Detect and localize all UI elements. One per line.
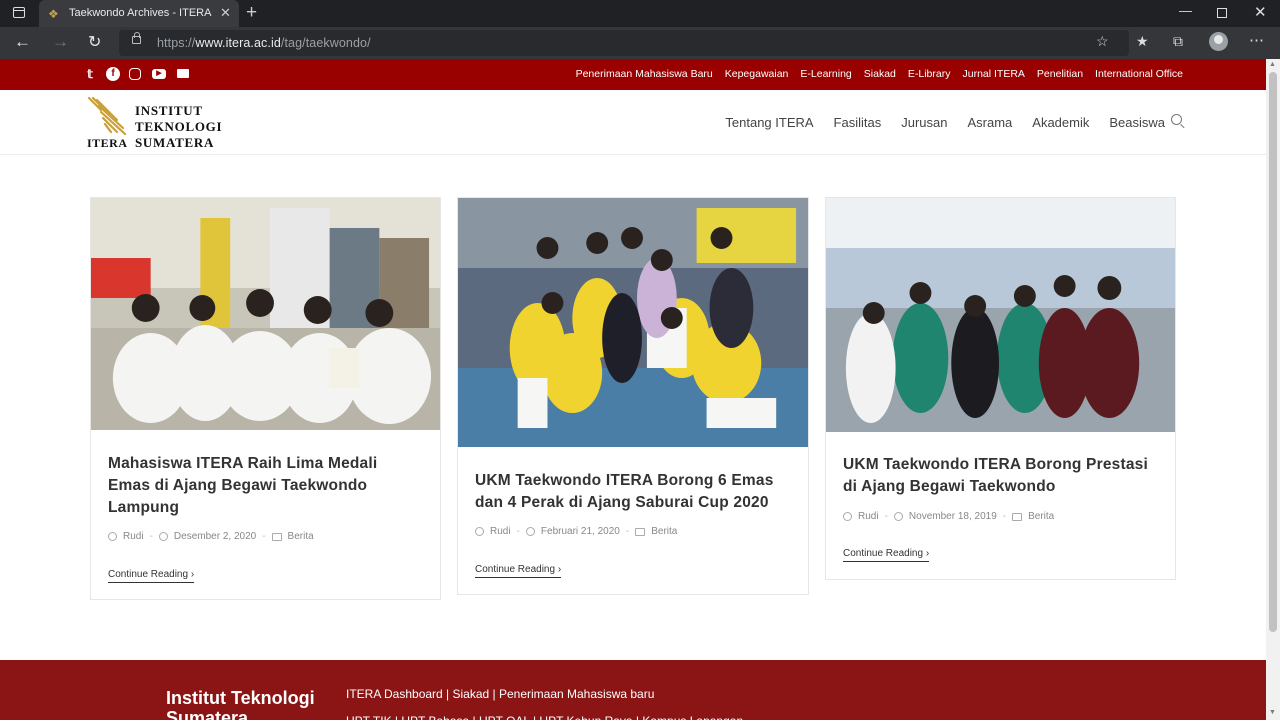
twitter-icon[interactable]: 𝕥	[83, 67, 97, 81]
forward-icon[interactable]: →	[52, 32, 69, 52]
post-category[interactable]: Berita	[288, 531, 314, 542]
post-category[interactable]: Berita	[1028, 511, 1054, 522]
post-card: Mahasiswa ITERA Raih Lima Medali Emas di…	[90, 197, 441, 600]
continue-reading-link[interactable]: Continue Reading ›	[843, 548, 930, 562]
topbar-link-international[interactable]: International Office	[1095, 68, 1183, 80]
author-icon	[843, 512, 852, 521]
continue-reading-label: Continue Reading	[108, 569, 189, 580]
nav-item-asrama[interactable]: Asrama	[967, 115, 1012, 130]
clock-icon	[158, 532, 168, 541]
topbar-link-pmb[interactable]: Penerimaan Mahasiswa Baru	[576, 68, 713, 80]
clock-icon	[893, 512, 903, 521]
topbar-link-elearning[interactable]: E-Learning	[800, 68, 851, 80]
folder-icon	[635, 527, 646, 536]
minimize-icon[interactable]: —	[1179, 3, 1192, 18]
folder-icon	[1012, 512, 1023, 521]
logo-text[interactable]: INSTITUT TEKNOLOGI SUMATERA	[135, 103, 222, 151]
nav-item-akademik[interactable]: Akademik	[1032, 115, 1089, 130]
topbar-link-penelitian[interactable]: Penelitian	[1037, 68, 1083, 80]
topbar-link-siakad[interactable]: Siakad	[864, 68, 896, 80]
page-content: Mahasiswa ITERA Raih Lima Medali Emas di…	[0, 155, 1266, 660]
footer-links-secondary[interactable]: UPT TIK | UPT Bahasa | UPT OAL | UPT Keb…	[346, 714, 743, 728]
topbar-link-elibrary[interactable]: E-Library	[908, 68, 951, 80]
post-image[interactable]	[458, 198, 808, 447]
author-icon	[108, 532, 117, 541]
scroll-down-icon[interactable]: ▼	[1269, 709, 1276, 716]
post-date: November 18, 2019	[908, 511, 997, 522]
scroll-thumb[interactable]	[1269, 72, 1277, 632]
continue-reading-link[interactable]: Continue Reading ›	[475, 564, 562, 578]
favorites-icon[interactable]: ★	[1136, 33, 1149, 50]
topbar-link-jurnal[interactable]: Jurnal ITERA	[962, 68, 1024, 80]
post-author[interactable]: Rudi	[490, 526, 511, 537]
collections-icon[interactable]: ⧉	[1173, 33, 1183, 50]
tab-title: Taekwondo Archives - ITERA	[69, 7, 212, 19]
browser-tab[interactable]: ❖ Taekwondo Archives - ITERA ✕	[39, 0, 239, 27]
post-date: Februari 21, 2020	[540, 526, 620, 537]
folder-icon	[271, 532, 282, 541]
post-author[interactable]: Rudi	[858, 511, 879, 522]
post-category[interactable]: Berita	[651, 526, 677, 537]
post-date: Desember 2, 2020	[173, 531, 257, 542]
profile-avatar[interactable]	[1209, 32, 1228, 51]
site-footer: Institut Teknologi Sumatera ITERA Dashbo…	[0, 660, 1266, 728]
continue-reading-link[interactable]: Continue Reading ›	[108, 569, 195, 583]
continue-reading-label: Continue Reading	[843, 548, 924, 559]
instagram-icon[interactable]	[129, 68, 141, 80]
post-card: UKM Taekwondo ITERA Borong 6 Emas dan 4 …	[457, 197, 809, 595]
post-meta: Rudi - November 18, 2019 - Berita	[843, 511, 1054, 522]
browser-toolbar: ← → ↻ https://www.itera.ac.id/tag/taekwo…	[0, 27, 1280, 59]
tab-close-icon[interactable]: ✕	[220, 5, 231, 21]
topbar-link-kepegawaian[interactable]: Kepegawaian	[725, 68, 789, 80]
post-image[interactable]	[91, 198, 440, 430]
tab-actions-icon[interactable]	[13, 7, 25, 18]
email-icon[interactable]	[177, 69, 189, 78]
topbar-links: Penerimaan Mahasiswa Baru Kepegawaian E-…	[576, 68, 1183, 80]
logo-line-1: INSTITUT	[135, 103, 203, 118]
site-favicon-icon: ❖	[48, 7, 59, 21]
post-card: UKM Taekwondo ITERA Borong Prestasi di A…	[825, 197, 1176, 580]
window-close-icon[interactable]: ✕	[1254, 3, 1267, 21]
scroll-up-icon[interactable]: ▲	[1269, 61, 1276, 68]
post-author[interactable]: Rudi	[123, 531, 144, 542]
continue-reading-label: Continue Reading	[475, 564, 556, 575]
back-icon[interactable]: ←	[14, 32, 31, 52]
maximize-icon[interactable]	[1217, 8, 1227, 18]
browser-tabbar: ❖ Taekwondo Archives - ITERA ✕ + — ✕	[0, 0, 1280, 27]
search-icon[interactable]	[1171, 114, 1182, 125]
post-title[interactable]: UKM Taekwondo ITERA Borong Prestasi di A…	[843, 454, 1158, 498]
footer-title: Institut Teknologi Sumatera	[166, 688, 315, 728]
itera-logo-icon[interactable]	[87, 96, 129, 136]
main-nav: Tentang ITERA Fasilitas Jurusan Asrama A…	[725, 115, 1165, 130]
author-icon	[475, 527, 484, 536]
nav-item-tentang[interactable]: Tentang ITERA	[725, 115, 813, 130]
reload-icon[interactable]: ↻	[88, 32, 101, 52]
footer-links[interactable]: ITERA Dashboard | Siakad | Penerimaan Ma…	[346, 687, 654, 701]
nav-item-jurusan[interactable]: Jurusan	[901, 115, 947, 130]
url-text[interactable]: https://www.itera.ac.id/tag/taekwondo/	[157, 36, 371, 50]
nav-item-fasilitas[interactable]: Fasilitas	[834, 115, 882, 130]
clock-icon	[525, 527, 535, 536]
new-tab-icon[interactable]: +	[246, 2, 257, 24]
logo-line-3: SUMATERA	[135, 135, 215, 150]
post-meta: Rudi - Februari 21, 2020 - Berita	[475, 526, 677, 537]
youtube-icon[interactable]: ▶	[152, 69, 166, 79]
logo-line-2: TEKNOLOGI	[135, 119, 223, 134]
add-favorite-icon[interactable]: ☆	[1096, 33, 1109, 50]
address-bar[interactable]: https://www.itera.ac.id/tag/taekwondo/	[119, 30, 1129, 56]
site-header: ITERA INSTITUT TEKNOLOGI SUMATERA Tentan…	[0, 90, 1266, 155]
site-topbar: 𝕥 f ▶ Penerimaan Mahasiswa Baru Kepegawa…	[0, 59, 1266, 90]
post-title[interactable]: UKM Taekwondo ITERA Borong 6 Emas dan 4 …	[475, 470, 791, 514]
post-title[interactable]: Mahasiswa ITERA Raih Lima Medali Emas di…	[108, 453, 423, 519]
logo-short: ITERA	[87, 136, 128, 150]
nav-item-beasiswa[interactable]: Beasiswa	[1109, 115, 1165, 130]
page-scrollbar[interactable]: ▲ ▼	[1266, 59, 1280, 720]
facebook-icon[interactable]: f	[106, 67, 120, 81]
more-options-icon[interactable]: ⋯	[1249, 31, 1264, 49]
post-meta: Rudi - Desember 2, 2020 - Berita	[108, 531, 314, 542]
post-image[interactable]	[826, 198, 1175, 432]
lock-icon[interactable]	[132, 32, 141, 44]
